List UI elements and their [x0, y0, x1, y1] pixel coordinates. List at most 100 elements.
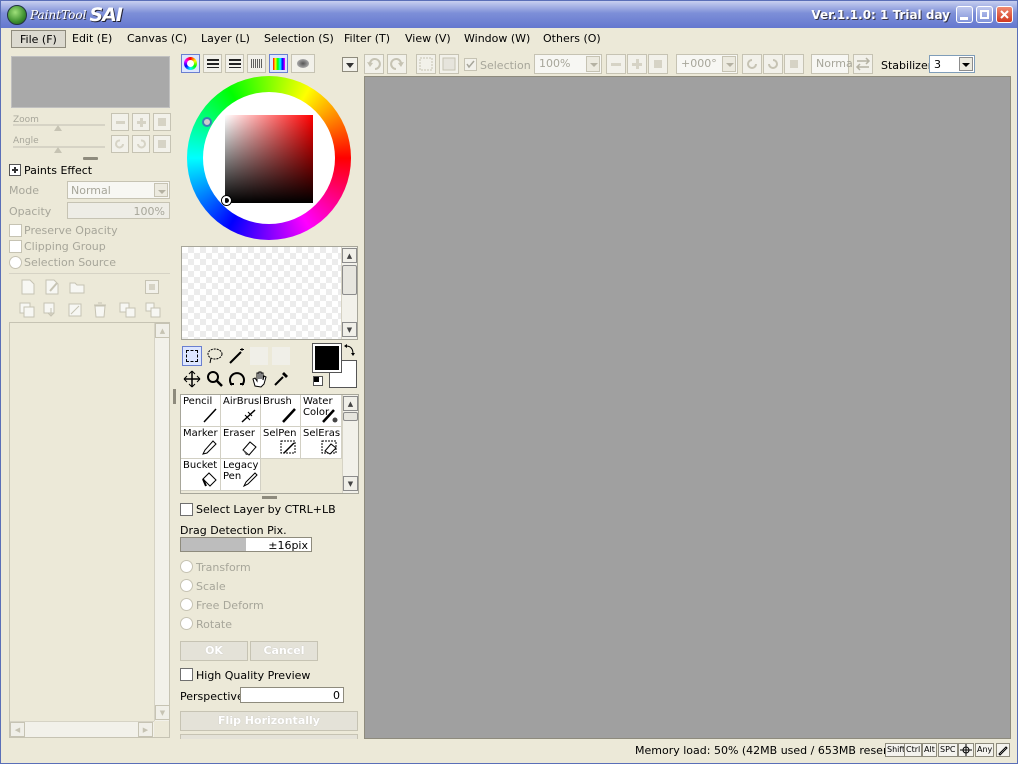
scroll-left-icon[interactable]: ◀: [10, 722, 25, 737]
scale-radio[interactable]: [180, 579, 193, 592]
scroll-right-icon[interactable]: ▶: [138, 722, 153, 737]
zoom-reset-button[interactable]: [153, 113, 171, 131]
brush-airbrush[interactable]: AirBrush: [221, 395, 266, 427]
flip-view-button[interactable]: [853, 54, 873, 74]
primary-color-swatch[interactable]: [313, 344, 341, 372]
reset-colors-icon[interactable]: [313, 376, 323, 386]
brush-legacy-pen[interactable]: Legacy Pen: [221, 459, 261, 491]
brush-scrollbar[interactable]: ▲ ▼: [342, 395, 358, 493]
eyedropper-tool[interactable]: [271, 369, 291, 389]
hue-picker[interactable]: [202, 117, 212, 127]
new-folder-icon[interactable]: [69, 280, 85, 294]
perspective-field[interactable]: 0: [240, 687, 344, 703]
invert-selection-button[interactable]: [439, 54, 459, 74]
move-tool[interactable]: [182, 369, 202, 389]
zoom-out-button[interactable]: [111, 113, 129, 131]
zoom-in-button[interactable]: [132, 113, 150, 131]
intermediate-color-tab[interactable]: [247, 54, 266, 73]
saturation-value-square[interactable]: [225, 115, 313, 203]
delete-layer-icon[interactable]: [93, 302, 107, 318]
blend-mode-field[interactable]: Normal: [811, 54, 856, 74]
menu-edit[interactable]: Edit (E): [64, 30, 120, 48]
angle-dropdown[interactable]: +000°: [676, 54, 738, 74]
drag-detection-slider[interactable]: ±16pix: [180, 537, 312, 552]
brush-selpen[interactable]: SelPen: [261, 427, 301, 459]
lasso-tool[interactable]: [205, 346, 225, 366]
toolbar-zoom-out-button[interactable]: [606, 54, 626, 74]
high-quality-checkbox[interactable]: [180, 668, 193, 681]
close-button[interactable]: [996, 6, 1013, 23]
hand-tool[interactable]: [249, 369, 269, 389]
rotate-cw-button[interactable]: [132, 135, 150, 153]
scroll-down-icon[interactable]: ▼: [342, 322, 357, 337]
mode-dropdown[interactable]: Normal: [67, 181, 170, 199]
rect-select-tool[interactable]: [182, 346, 202, 366]
menu-canvas[interactable]: Canvas (C): [119, 30, 195, 48]
swatch-grid[interactable]: ▲ ▼: [181, 246, 358, 340]
menu-view[interactable]: View (V): [397, 30, 459, 48]
canvas-area[interactable]: [364, 76, 1011, 739]
merge-all-icon[interactable]: [119, 302, 137, 318]
layer-list-scrollbar[interactable]: ▲ ▼: [154, 323, 170, 721]
rgb-slider-tab[interactable]: [203, 54, 222, 73]
swap-colors-icon[interactable]: [343, 344, 356, 357]
toolbar-rotate-reset-button[interactable]: [784, 54, 804, 74]
title-bar[interactable]: PaintTool SAI Ver.1.1.0: 1 Trial day: [1, 1, 1017, 28]
rotate-reset-button[interactable]: [153, 135, 171, 153]
color-panel-menu-button[interactable]: [342, 57, 358, 72]
sv-picker[interactable]: [222, 196, 231, 205]
ok-button[interactable]: OK: [180, 641, 248, 661]
brush-bucket[interactable]: Bucket: [181, 459, 221, 491]
toolbar-rotate-cw-button[interactable]: [763, 54, 783, 74]
scroll-up-icon[interactable]: ▲: [343, 396, 358, 411]
rotate-ccw-button[interactable]: [111, 135, 129, 153]
preserve-opacity-checkbox[interactable]: [9, 224, 22, 237]
menu-others[interactable]: Others (O): [535, 30, 609, 48]
cancel-button[interactable]: Cancel: [250, 641, 318, 661]
transfer-down-icon[interactable]: [19, 302, 35, 318]
toolbar-zoom-reset-button[interactable]: [648, 54, 668, 74]
middle-splitter-handle[interactable]: [262, 496, 277, 499]
swatch-scrollbar[interactable]: ▲ ▼: [341, 247, 357, 339]
navigator-preview[interactable]: [11, 56, 170, 108]
toolbar-rotate-ccw-button[interactable]: [742, 54, 762, 74]
clear-layer-icon[interactable]: [67, 302, 83, 318]
zoom-tool[interactable]: [205, 369, 225, 389]
layer-mask-icon[interactable]: [145, 280, 159, 294]
flip-horizontally-button[interactable]: Flip Horizontally: [180, 711, 358, 731]
scroll-up-icon[interactable]: ▲: [342, 248, 357, 263]
magic-wand-tool[interactable]: [227, 346, 247, 366]
menu-layer[interactable]: Layer (L): [193, 30, 258, 48]
clipping-group-checkbox[interactable]: [9, 240, 22, 253]
paints-effect-label[interactable]: Paints Effect: [24, 164, 92, 177]
flip-vertically-button-partial[interactable]: [180, 734, 358, 739]
rotate-tool[interactable]: [227, 369, 247, 389]
maximize-button[interactable]: [976, 6, 993, 23]
scroll-down-icon[interactable]: ▼: [155, 705, 170, 720]
panel-splitter-handle[interactable]: [83, 157, 98, 160]
hsv-slider-tab[interactable]: [225, 54, 244, 73]
layer-list-hscrollbar[interactable]: ◀ ▶: [10, 721, 154, 737]
rotate-radio[interactable]: [180, 617, 193, 630]
select-layer-checkbox[interactable]: [180, 503, 193, 516]
swatches-tab[interactable]: [269, 54, 288, 73]
brush-seleras[interactable]: SelEras: [301, 427, 342, 459]
brush-scroll-thumb[interactable]: [343, 412, 358, 421]
brush-brush[interactable]: Brush: [261, 395, 301, 427]
show-selection-checkbox[interactable]: [464, 58, 477, 71]
undo-button[interactable]: [364, 54, 384, 74]
expand-icon[interactable]: [9, 164, 21, 176]
menu-filter[interactable]: Filter (T): [336, 30, 398, 48]
menu-file[interactable]: File (F): [11, 30, 66, 48]
selection-source-radio[interactable]: [9, 256, 22, 269]
color-wheel-tab[interactable]: [181, 54, 200, 73]
free-deform-radio[interactable]: [180, 598, 193, 611]
layer-list[interactable]: ▲ ▼ ◀ ▶: [9, 322, 170, 738]
menu-window[interactable]: Window (W): [456, 30, 538, 48]
deselect-button[interactable]: [416, 54, 436, 74]
brush-pencil[interactable]: Pencil: [181, 395, 221, 427]
scroll-down-icon[interactable]: ▼: [343, 476, 358, 491]
zoom-dropdown[interactable]: 100%: [534, 54, 602, 74]
brush-watercolor[interactable]: Water Color: [301, 395, 342, 427]
angle-slider-thumb[interactable]: [54, 147, 62, 153]
